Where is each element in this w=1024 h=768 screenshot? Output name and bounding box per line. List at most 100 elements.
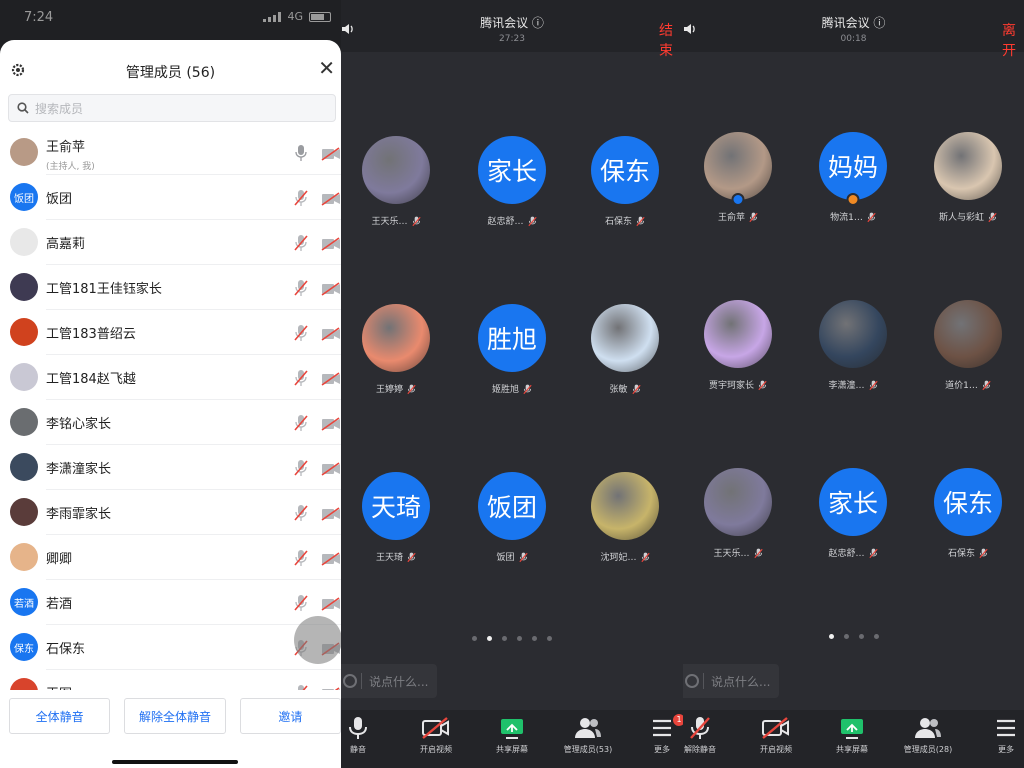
camera-off-icon[interactable] — [321, 191, 341, 206]
camera-off-icon[interactable] — [321, 461, 341, 476]
manage-members-button[interactable]: 管理成员(28) — [893, 716, 963, 755]
mic-off-icon[interactable] — [294, 549, 308, 567]
participant-tile[interactable]: 李潇潼… — [798, 300, 908, 391]
participant-tile[interactable]: 王俞苹 — [683, 132, 793, 223]
participant-tile[interactable]: 张敏 — [570, 304, 680, 395]
participant-tile[interactable]: 妈妈 物流1… — [798, 132, 908, 223]
start-video-button[interactable]: 开启视频 — [741, 716, 811, 755]
member-row[interactable]: 李铭心家长 — [0, 400, 341, 445]
emoji-icon[interactable] — [685, 674, 699, 688]
page-dot — [472, 636, 477, 641]
mic-off-icon[interactable] — [294, 234, 308, 252]
camera-off-icon[interactable] — [321, 551, 341, 566]
member-row[interactable]: 工管184赵飞越 — [0, 355, 341, 400]
share-screen-button[interactable]: 共享屏幕 — [477, 716, 547, 755]
camera-off-icon[interactable] — [321, 326, 341, 341]
mic-off-icon[interactable] — [294, 684, 308, 690]
page-dot — [843, 634, 849, 639]
invite-button[interactable]: 邀请 — [239, 698, 341, 734]
mic-off-icon[interactable] — [294, 594, 308, 612]
avatar — [10, 318, 38, 346]
chat-input[interactable]: 说点什么... — [683, 664, 779, 698]
meeting-title[interactable]: 腾讯会议 ⓘ — [341, 14, 683, 31]
participant-tile[interactable]: 饭团 饭团 — [457, 472, 567, 563]
member-row[interactable]: 李潇潼家长 — [0, 445, 341, 490]
mic-off-icon — [631, 384, 641, 394]
camera-off-icon[interactable] — [321, 416, 341, 431]
member-row[interactable]: 王图 — [0, 670, 341, 690]
camera-off-icon[interactable] — [321, 596, 341, 611]
member-row[interactable]: 王俞苹 (主持人, 我) — [0, 130, 341, 175]
mic-off-icon[interactable] — [294, 459, 308, 477]
participant-tile[interactable]: 天琦 王天琦 — [341, 472, 451, 563]
video-off-icon — [401, 716, 471, 740]
camera-off-icon[interactable] — [321, 371, 341, 386]
participant-name: 王天乐… — [713, 549, 750, 559]
mic-off-icon — [411, 216, 421, 226]
toolbar-label: 更多 — [654, 745, 670, 754]
participant-name: 物流1… — [830, 213, 863, 223]
info-icon[interactable]: ⓘ — [873, 16, 885, 30]
meeting-title[interactable]: 腾讯会议 ⓘ — [683, 14, 1024, 31]
member-row[interactable]: 保东 石保东 — [0, 625, 341, 670]
mic-off-icon[interactable] — [294, 279, 308, 297]
unmute-all-button[interactable]: 解除全体静音 — [124, 698, 226, 734]
emoji-icon[interactable] — [343, 674, 357, 688]
camera-off-icon[interactable] — [321, 236, 341, 251]
close-icon[interactable]: ✕ — [318, 58, 335, 78]
info-icon[interactable]: ⓘ — [532, 16, 544, 30]
participant-tile[interactable]: 贾宇珂家长 — [683, 300, 793, 391]
member-row[interactable]: 卿卿 — [0, 535, 341, 580]
floating-assistive-button[interactable] — [294, 616, 341, 664]
share-screen-button[interactable]: 共享屏幕 — [817, 716, 887, 755]
participant-tile[interactable]: 保东 石保东 — [913, 468, 1023, 559]
camera-off-icon[interactable] — [321, 686, 341, 690]
mic-off-icon[interactable] — [294, 369, 308, 387]
camera-off-icon[interactable] — [321, 281, 341, 296]
start-video-button[interactable]: 开启视频 — [401, 716, 471, 755]
member-row[interactable]: 高嘉莉 — [0, 220, 341, 265]
participant-tile[interactable]: 王婷婷 — [341, 304, 451, 395]
search-input[interactable]: 搜索成员 — [8, 94, 336, 122]
mic-off-icon — [640, 552, 650, 562]
participant-tile[interactable]: 沈珂妃… — [570, 472, 680, 563]
mute-all-button[interactable]: 全体静音 — [9, 698, 111, 734]
participant-tile[interactable]: 胜旭 姬胜旭 — [457, 304, 567, 395]
meeting-timer: 27:23 — [499, 34, 525, 44]
participant-tile[interactable]: 王天乐… — [341, 136, 451, 227]
member-row[interactable]: 工管183普绍云 — [0, 310, 341, 355]
participant-tile[interactable]: 家长 赵忠舒… — [457, 136, 567, 227]
member-row[interactable]: 工管181王佳钰家长 — [0, 265, 341, 310]
participant-name: 沈珂妃… — [600, 553, 637, 563]
participant-tile[interactable]: 斯人与彩虹 — [913, 132, 1023, 223]
more-button[interactable]: 1 更多 — [627, 714, 683, 755]
avatar-text: 胜旭 — [486, 325, 537, 354]
mic-off-icon[interactable] — [294, 324, 308, 342]
mic-off-icon[interactable] — [294, 414, 308, 432]
participant-tile[interactable]: 道价1… — [913, 300, 1023, 391]
mic-off-icon — [868, 380, 878, 390]
more-button[interactable]: 更多 — [971, 716, 1024, 755]
member-row[interactable]: 饭团 饭团 — [0, 175, 341, 220]
member-row[interactable]: 李雨霏家长 — [0, 490, 341, 535]
camera-off-icon[interactable] — [321, 146, 341, 161]
mic-icon[interactable] — [294, 144, 308, 162]
participant-tile[interactable]: 王天乐… — [683, 468, 793, 559]
manage-members-button[interactable]: 管理成员(53) — [553, 716, 623, 755]
mic-off-icon — [749, 212, 758, 222]
participant-tile[interactable]: 家长 赵忠舒… — [798, 468, 908, 559]
member-name: 李潇潼家长 — [46, 462, 112, 477]
participant-label: 王俞苹 — [683, 210, 793, 223]
mic-off-icon — [979, 548, 988, 558]
participant-tile[interactable]: 保东 石保东 — [570, 136, 680, 227]
participant-avatar: 胜旭 — [478, 304, 546, 372]
member-row[interactable]: 若酒 若酒 — [0, 580, 341, 625]
mute-button[interactable]: 静音 — [341, 716, 393, 755]
mic-off-icon[interactable] — [294, 504, 308, 522]
mic-off-icon[interactable] — [294, 189, 308, 207]
unmute-button[interactable]: 解除静音 — [683, 716, 735, 755]
members-icon — [893, 716, 963, 740]
chat-input[interactable]: 说点什么... — [341, 664, 437, 698]
avatar — [10, 678, 38, 690]
camera-off-icon[interactable] — [321, 506, 341, 521]
